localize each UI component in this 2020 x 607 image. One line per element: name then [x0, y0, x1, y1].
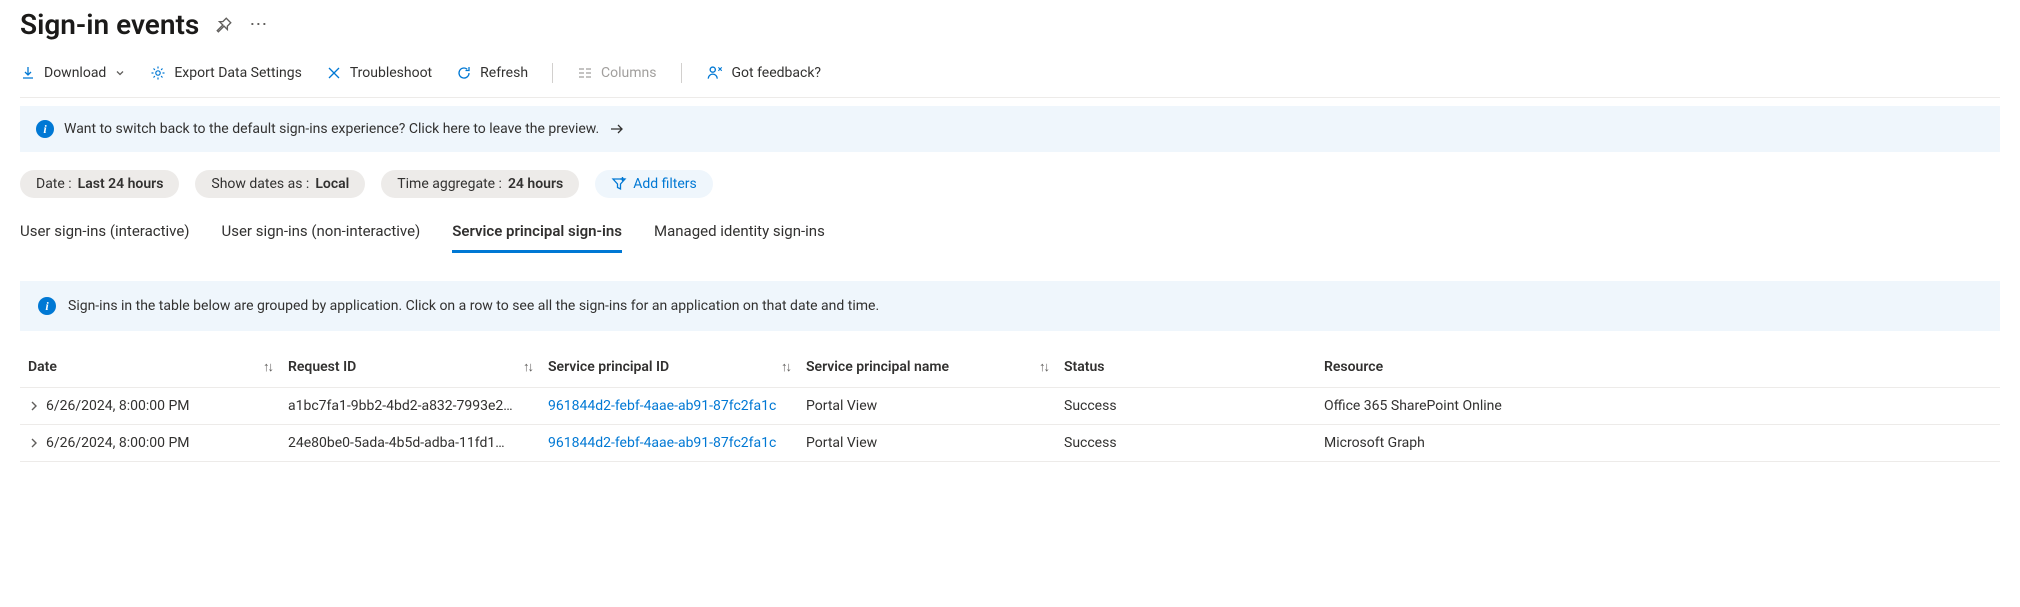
th-sp-id[interactable]: Service principal ID ↑↓: [548, 359, 806, 375]
tab-managed-identity[interactable]: Managed identity sign-ins: [654, 216, 825, 253]
grouping-banner-text: Sign-ins in the table below are grouped …: [68, 298, 879, 314]
tab-service-principal[interactable]: Service principal sign-ins: [452, 216, 622, 253]
th-request-id[interactable]: Request ID ↑↓: [288, 359, 548, 375]
info-icon: i: [36, 120, 54, 138]
table-row[interactable]: 6/26/2024, 8:00:00 PM a1bc7fa1-9bb2-4bd2…: [20, 388, 2000, 425]
cell-resource: Microsoft Graph: [1324, 435, 1992, 451]
download-label: Download: [44, 65, 106, 81]
refresh-button[interactable]: Refresh: [456, 65, 528, 81]
cell-date: 6/26/2024, 8:00:00 PM: [28, 398, 288, 414]
tab-user-noninteractive[interactable]: User sign-ins (non-interactive): [222, 216, 421, 253]
cell-date-value: 6/26/2024, 8:00:00 PM: [46, 435, 190, 451]
cell-date-value: 6/26/2024, 8:00:00 PM: [46, 398, 190, 414]
toolbar: Download Export Data Settings Troublesho…: [20, 51, 2000, 98]
chevron-down-icon: [114, 67, 126, 79]
cell-resource: Office 365 SharePoint Online: [1324, 398, 1992, 414]
tab-user-interactive[interactable]: User sign-ins (interactive): [20, 216, 190, 253]
th-resource-label: Resource: [1324, 359, 1383, 375]
export-settings-button[interactable]: Export Data Settings: [150, 65, 301, 81]
filter-bar: Date : Last 24 hours Show dates as : Loc…: [20, 152, 2000, 212]
cell-sp-name: Portal View: [806, 398, 1064, 414]
filter-aggregate-value: 24 hours: [508, 176, 563, 192]
pin-icon[interactable]: [215, 16, 233, 34]
columns-label: Columns: [601, 65, 656, 81]
gear-icon: [150, 65, 166, 81]
cell-request-id: a1bc7fa1-9bb2-4bd2-a832-7993e2…: [288, 398, 548, 414]
more-icon[interactable]: ⋯: [249, 14, 267, 35]
arrow-right-icon: [609, 121, 625, 137]
sort-icon[interactable]: ↑↓: [263, 359, 272, 375]
filter-date-value: Last 24 hours: [78, 176, 164, 192]
cell-status: Success: [1064, 398, 1324, 414]
export-label: Export Data Settings: [174, 65, 301, 81]
troubleshoot-icon: [326, 65, 342, 81]
feedback-label: Got feedback?: [732, 65, 822, 81]
divider: [681, 63, 682, 83]
feedback-button[interactable]: Got feedback?: [706, 64, 822, 82]
add-filter-icon: [611, 176, 627, 192]
troubleshoot-label: Troubleshoot: [350, 65, 432, 81]
feedback-icon: [706, 64, 724, 82]
th-reqid-label: Request ID: [288, 359, 356, 375]
th-sp-name[interactable]: Service principal name ↑↓: [806, 359, 1064, 375]
sort-icon[interactable]: ↑↓: [523, 359, 532, 375]
preview-banner-text: Want to switch back to the default sign-…: [64, 121, 599, 137]
th-date-label: Date: [28, 359, 57, 375]
refresh-icon: [456, 65, 472, 81]
tabs: User sign-ins (interactive) User sign-in…: [20, 212, 2000, 253]
sort-icon[interactable]: ↑↓: [781, 359, 790, 375]
add-filters-label: Add filters: [633, 176, 697, 192]
chevron-right-icon[interactable]: [28, 400, 40, 412]
signin-table: Date ↑↓ Request ID ↑↓ Service principal …: [20, 349, 2000, 462]
page-title: Sign-in events: [20, 8, 199, 41]
th-date[interactable]: Date ↑↓: [28, 359, 288, 375]
info-icon: i: [38, 297, 56, 315]
th-spid-label: Service principal ID: [548, 359, 669, 375]
columns-icon: [577, 65, 593, 81]
page-header: Sign-in events ⋯: [20, 0, 2000, 51]
sort-icon[interactable]: ↑↓: [1039, 359, 1048, 375]
filter-date-label: Date :: [36, 176, 72, 192]
filter-show-dates[interactable]: Show dates as : Local: [195, 170, 365, 198]
filter-date[interactable]: Date : Last 24 hours: [20, 170, 179, 198]
refresh-label: Refresh: [480, 65, 528, 81]
table-row[interactable]: 6/26/2024, 8:00:00 PM 24e80be0-5ada-4b5d…: [20, 425, 2000, 462]
columns-button: Columns: [577, 65, 656, 81]
grouping-banner: i Sign-ins in the table below are groupe…: [20, 281, 2000, 331]
chevron-right-icon[interactable]: [28, 437, 40, 449]
filter-showdates-label: Show dates as :: [211, 176, 309, 192]
download-button[interactable]: Download: [20, 65, 126, 81]
download-icon: [20, 65, 36, 81]
th-resource[interactable]: Resource: [1324, 359, 1992, 375]
th-status-label: Status: [1064, 359, 1104, 375]
troubleshoot-button[interactable]: Troubleshoot: [326, 65, 432, 81]
cell-sp-id[interactable]: 961844d2-febf-4aae-ab91-87fc2fa1c: [548, 398, 806, 414]
filter-aggregate-label: Time aggregate :: [397, 176, 502, 192]
filter-showdates-value: Local: [315, 176, 349, 192]
preview-banner[interactable]: i Want to switch back to the default sig…: [20, 106, 2000, 152]
th-spname-label: Service principal name: [806, 359, 949, 375]
cell-status: Success: [1064, 435, 1324, 451]
add-filters-button[interactable]: Add filters: [595, 170, 713, 198]
table-header: Date ↑↓ Request ID ↑↓ Service principal …: [20, 349, 2000, 388]
cell-date: 6/26/2024, 8:00:00 PM: [28, 435, 288, 451]
divider: [552, 63, 553, 83]
filter-aggregate[interactable]: Time aggregate : 24 hours: [381, 170, 579, 198]
th-status[interactable]: Status: [1064, 359, 1324, 375]
cell-sp-name: Portal View: [806, 435, 1064, 451]
cell-sp-id[interactable]: 961844d2-febf-4aae-ab91-87fc2fa1c: [548, 435, 806, 451]
cell-request-id: 24e80be0-5ada-4b5d-adba-11fd1…: [288, 435, 548, 451]
